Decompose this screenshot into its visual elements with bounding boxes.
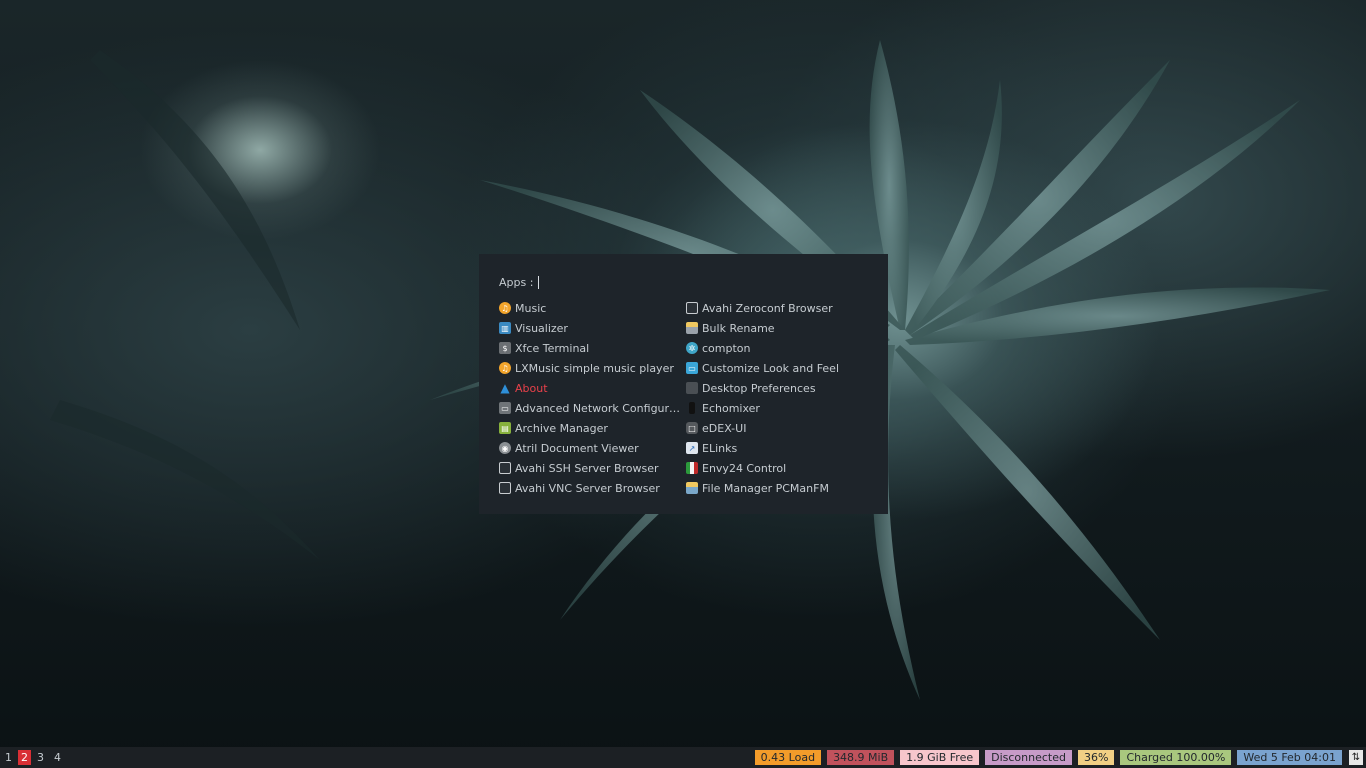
launcher-item-archive-manager[interactable]: ▤ Archive Manager <box>499 418 681 438</box>
launcher-item-xfce-terminal[interactable]: $ Xfce Terminal <box>499 338 681 358</box>
launcher-item-pcmanfm[interactable]: File Manager PCManFM <box>686 478 876 498</box>
visualizer-icon: ▥ <box>499 322 511 334</box>
launcher-item-label: ELinks <box>702 441 738 455</box>
launcher-item-label: LXMusic simple music player <box>515 361 674 375</box>
launcher-item-about[interactable]: ▲ About <box>499 378 681 398</box>
volume-indicator[interactable]: 36% <box>1077 750 1115 765</box>
envy-icon <box>686 462 698 474</box>
browser-icon: ↗ <box>686 442 698 454</box>
status-blocks: 0.43 Load 348.9 MiB 1.9 GiB Free Disconn… <box>749 750 1342 765</box>
desktop-icon <box>686 382 698 394</box>
launcher-column-left: ♫ Music ▥ Visualizer $ Xfce Terminal ♫ L… <box>499 298 681 498</box>
about-icon: ▲ <box>500 381 510 395</box>
battery-indicator: Charged 100.00% <box>1120 750 1232 765</box>
launcher-item-label: Xfce Terminal <box>515 341 590 355</box>
launcher-item-desktop-preferences[interactable]: Desktop Preferences <box>686 378 876 398</box>
launcher-item-label: Envy24 Control <box>702 461 787 475</box>
edex-icon: □ <box>686 422 698 434</box>
launcher-item-label: About <box>515 381 548 395</box>
launcher-item-lxmusic[interactable]: ♫ LXMusic simple music player <box>499 358 681 378</box>
workspace-4[interactable]: 4 <box>52 750 63 765</box>
launcher-item-label: Music <box>515 301 547 315</box>
launcher-item-edex-ui[interactable]: □ eDEX-UI <box>686 418 876 438</box>
file-manager-icon <box>686 482 698 494</box>
workspace-1[interactable]: 1 <box>3 750 14 765</box>
load-indicator: 0.43 Load <box>754 750 822 765</box>
monitor-icon <box>686 302 698 314</box>
gear-icon: ✲ <box>686 342 698 354</box>
prompt-label: Apps : <box>499 275 534 289</box>
eye-icon: ◉ <box>499 442 511 454</box>
monitor-icon <box>499 462 511 474</box>
launcher-item-avahi-vnc[interactable]: Avahi VNC Server Browser <box>499 478 681 498</box>
mixer-icon <box>689 402 695 414</box>
launcher-item-music[interactable]: ♫ Music <box>499 298 681 318</box>
launcher-item-elinks[interactable]: ↗ ELinks <box>686 438 876 458</box>
look-icon: ▭ <box>686 362 698 374</box>
clock: Wed 5 Feb 04:01 <box>1237 750 1342 765</box>
workspace-3[interactable]: 3 <box>35 750 46 765</box>
archive-icon: ▤ <box>499 422 511 434</box>
launcher-item-advanced-network[interactable]: ▭ Advanced Network Configurati... <box>499 398 681 418</box>
network-indicator: Disconnected <box>985 750 1072 765</box>
launcher-item-label: Advanced Network Configurati... <box>515 401 681 415</box>
text-cursor <box>538 275 540 289</box>
launcher-item-label: Echomixer <box>702 401 760 415</box>
launcher-item-label: Archive Manager <box>515 421 608 435</box>
launcher-item-customize-look[interactable]: ▭ Customize Look and Feel <box>686 358 876 378</box>
terminal-icon: $ <box>499 342 511 354</box>
launcher-item-echomixer[interactable]: Echomixer <box>686 398 876 418</box>
launcher-item-label: Customize Look and Feel <box>702 361 840 375</box>
launcher-item-label: Desktop Preferences <box>702 381 816 395</box>
launcher-item-envy24[interactable]: Envy24 Control <box>686 458 876 478</box>
launcher-item-compton[interactable]: ✲ compton <box>686 338 876 358</box>
launcher-item-label: eDEX-UI <box>702 421 747 435</box>
launcher-item-atril[interactable]: ◉ Atril Document Viewer <box>499 438 681 458</box>
music-icon: ♫ <box>499 302 511 314</box>
launcher-item-label: Avahi SSH Server Browser <box>515 461 659 475</box>
workspace-2[interactable]: 2 <box>18 750 31 765</box>
search-prompt[interactable]: Apps : <box>499 275 540 289</box>
launcher-item-label: compton <box>702 341 751 355</box>
launcher-item-label: Bulk Rename <box>702 321 775 335</box>
music-icon: ♫ <box>499 362 511 374</box>
launcher-item-avahi-ssh[interactable]: Avahi SSH Server Browser <box>499 458 681 478</box>
launcher-column-right: Avahi Zeroconf Browser Bulk Rename ✲ com… <box>686 298 876 498</box>
launcher-item-bulk-rename[interactable]: Bulk Rename <box>686 318 876 338</box>
app-launcher: Apps : ♫ Music ▥ Visualizer $ Xfce Termi… <box>479 254 888 514</box>
memory-indicator: 348.9 MiB <box>827 750 895 765</box>
tray-network-icon[interactable]: ⇅ <box>1349 750 1363 765</box>
launcher-item-avahi-zeroconf[interactable]: Avahi Zeroconf Browser <box>686 298 876 318</box>
launcher-item-label: File Manager PCManFM <box>702 481 829 495</box>
launcher-item-label: Visualizer <box>515 321 568 335</box>
status-bar: 1 2 3 4 0.43 Load 348.9 MiB 1.9 GiB Free… <box>0 747 1366 768</box>
launcher-item-label: Atril Document Viewer <box>515 441 639 455</box>
launcher-item-label: Avahi Zeroconf Browser <box>702 301 833 315</box>
network-icon: ▭ <box>499 402 511 414</box>
shadow-leaves <box>50 50 320 560</box>
launcher-item-visualizer[interactable]: ▥ Visualizer <box>499 318 681 338</box>
monitor-icon <box>499 482 511 494</box>
rename-icon <box>686 322 698 334</box>
disk-indicator: 1.9 GiB Free <box>900 750 980 765</box>
launcher-item-label: Avahi VNC Server Browser <box>515 481 660 495</box>
